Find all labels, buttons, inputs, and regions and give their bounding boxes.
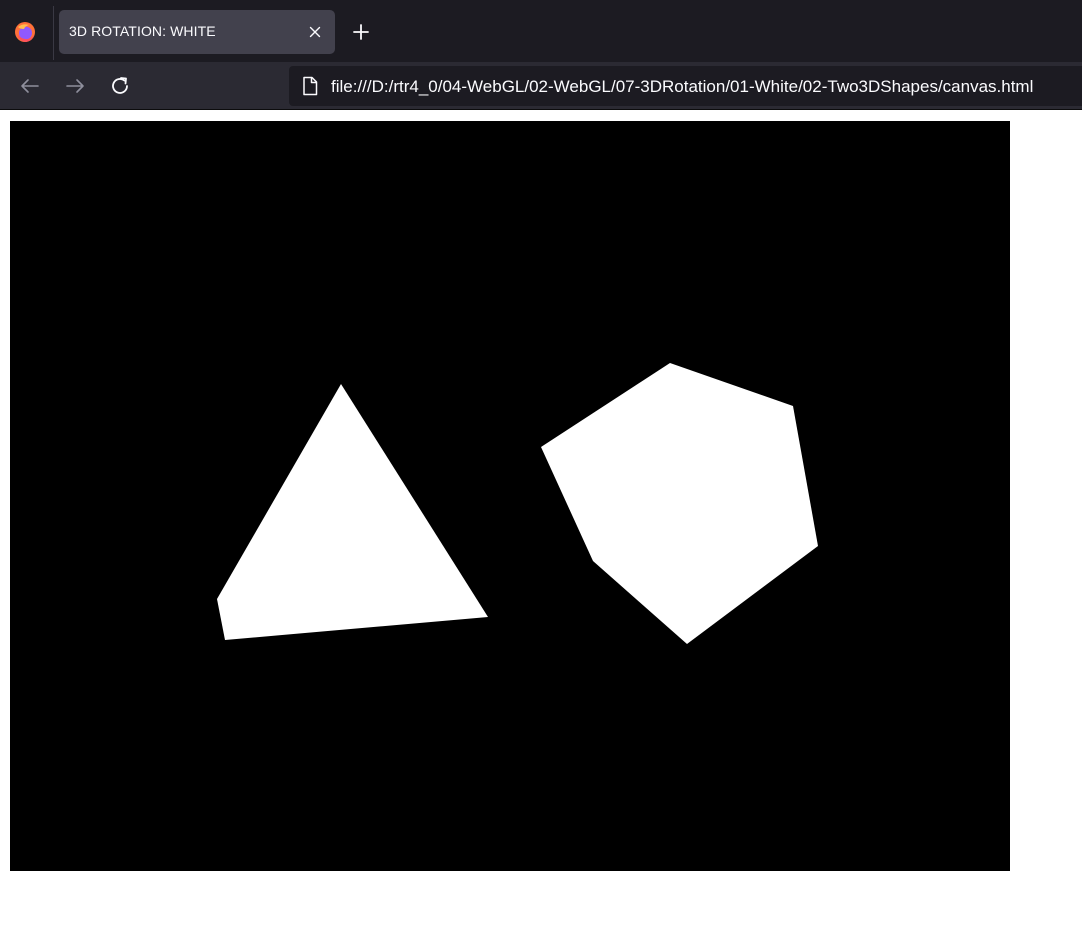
address-bar[interactable]: file:///D:/rtr4_0/04-WebGL/02-WebGL/07-3… (289, 66, 1082, 106)
arrow-left-icon[interactable] (18, 74, 42, 98)
arrow-right-icon[interactable] (63, 74, 87, 98)
firefox-icon[interactable] (14, 21, 36, 43)
reload-icon[interactable] (108, 74, 132, 98)
url-text[interactable]: file:///D:/rtr4_0/04-WebGL/02-WebGL/07-3… (331, 77, 1033, 97)
plus-icon[interactable] (350, 21, 372, 43)
browser-chrome: 3D ROTATION: WHITE file:///D:/rtr4_0/04-… (0, 0, 1082, 110)
white-hexagon (541, 363, 818, 644)
white-triangle (217, 384, 488, 640)
tab-strip: 3D ROTATION: WHITE (0, 0, 1082, 62)
tab-separator (53, 6, 54, 60)
navigation-toolbar: file:///D:/rtr4_0/04-WebGL/02-WebGL/07-3… (0, 62, 1082, 110)
page-icon (303, 76, 318, 96)
tab-active[interactable]: 3D ROTATION: WHITE (59, 10, 335, 54)
tab-title: 3D ROTATION: WHITE (69, 23, 216, 39)
canvas-drawing (217, 363, 818, 644)
webgl-canvas[interactable] (10, 121, 1010, 871)
close-icon[interactable] (305, 22, 325, 42)
